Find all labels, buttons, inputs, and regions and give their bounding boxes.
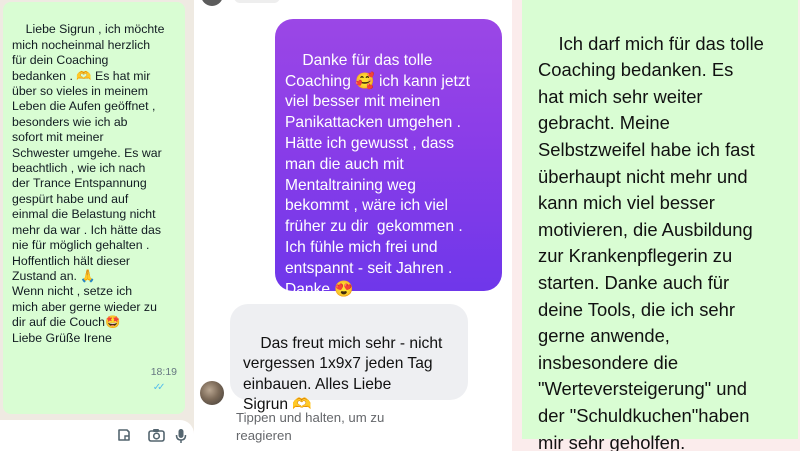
testimonial-card: Ich darf mich für das tolle Coaching bed…	[522, 0, 798, 451]
message-meta: 18:19 ✓✓	[133, 349, 177, 411]
avatar	[201, 0, 223, 6]
message-fragment	[234, 0, 280, 3]
message-bubble-irene: Liebe Sigrun , ich möchte mich nocheinma…	[3, 2, 185, 414]
message-bubble-client[interactable]: Danke für das tolle Coaching 🥰 ich kann …	[275, 19, 502, 298]
testimonial-panel: Ich darf mich für das tolle Coaching bed…	[512, 0, 800, 451]
message-text: Liebe Sigrun , ich möchte mich nocheinma…	[12, 22, 165, 345]
reaction-hint: Tippen und halten, um zu reagieren	[236, 410, 385, 443]
microphone-icon[interactable]	[175, 428, 187, 443]
messenger-chat-panel: Danke für das tolle Coaching 🥰 ich kann …	[194, 0, 512, 451]
message-input-bar[interactable]	[0, 420, 194, 451]
message-text: Das freut mich sehr - nicht vergessen 1x…	[243, 334, 443, 414]
sticker-icon[interactable]	[117, 428, 131, 442]
message-text: Danke für das tolle Coaching 🥰 ich kann …	[285, 51, 470, 298]
testimonial-text: Ich darf mich für das tolle Coaching bed…	[538, 32, 764, 451]
avatar-sigrun[interactable]	[200, 381, 224, 405]
message-time: 18:19	[150, 365, 177, 378]
read-receipt-icon: ✓✓	[152, 382, 166, 394]
whatsapp-chat-panel: Liebe Sigrun , ich möchte mich nocheinma…	[0, 0, 194, 451]
camera-icon[interactable]	[148, 428, 165, 442]
message-bubble-sigrun[interactable]: Das freut mich sehr - nicht vergessen 1x…	[230, 304, 468, 413]
